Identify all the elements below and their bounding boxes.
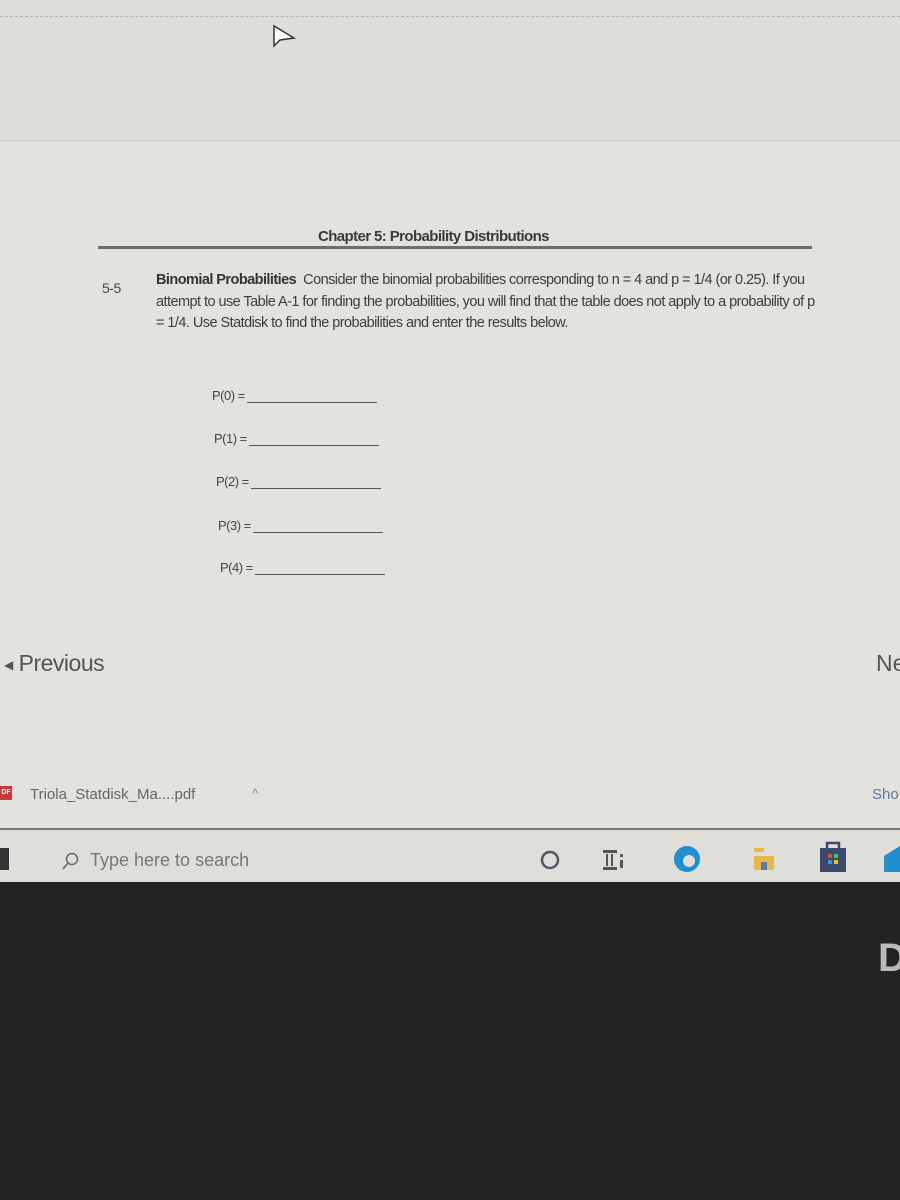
answer-label: P(4) =: [220, 560, 253, 575]
answer-field[interactable]: [252, 520, 383, 533]
exercise-title: Binomial Probabilities: [156, 272, 297, 288]
previous-label: Previous: [18, 650, 105, 676]
show-all-button[interactable]: Sho: [872, 786, 899, 803]
answer-label: P(3) =: [218, 518, 251, 533]
answer-field[interactable]: [248, 433, 379, 446]
search-placeholder: Type here to search: [90, 850, 250, 870]
task-view-icon[interactable]: [600, 846, 626, 874]
exercise-number: 5-5: [102, 280, 121, 296]
answer-field[interactable]: [246, 390, 377, 403]
taskbar-search[interactable]: Type here to search: [60, 850, 249, 871]
exercise-text: Binomial Probabilities Consider the bino…: [156, 270, 816, 335]
answer-label: P(1) =: [214, 431, 247, 446]
window-top-area: [0, 0, 900, 141]
file-explorer-icon[interactable]: [752, 846, 776, 872]
answer-field[interactable]: [250, 476, 381, 489]
answer-p0[interactable]: P(0) =: [212, 388, 377, 403]
search-icon: [62, 852, 79, 869]
chapter-title: Chapter 5: Probability Distributions: [318, 228, 550, 245]
chapter-divider: [98, 246, 812, 249]
microsoft-store-icon[interactable]: [818, 840, 848, 874]
answer-p1[interactable]: P(1) =: [214, 431, 379, 446]
windows-start-icon[interactable]: [0, 848, 9, 870]
previous-button[interactable]: ◀ Previous: [4, 650, 105, 677]
answer-p3[interactable]: P(3) =: [218, 518, 383, 533]
mouse-cursor-icon: [273, 24, 297, 48]
page-border: [0, 16, 900, 17]
answer-label: P(0) =: [212, 388, 245, 403]
answer-p2[interactable]: P(2) =: [216, 474, 381, 489]
chevron-left-icon: ◀: [4, 657, 13, 672]
chevron-up-icon[interactable]: ^: [252, 786, 258, 801]
cortana-icon[interactable]: [538, 848, 562, 872]
download-file-name[interactable]: Triola_Statdisk_Ma....pdf: [30, 786, 195, 803]
answer-p4[interactable]: P(4) =: [220, 560, 385, 575]
monitor-bezel: [0, 882, 900, 1200]
answer-label: P(2) =: [216, 474, 249, 489]
mail-icon[interactable]: [884, 842, 900, 872]
edge-icon[interactable]: [672, 844, 702, 874]
next-button[interactable]: Ne: [876, 650, 900, 677]
pdf-file-icon: DF: [0, 786, 12, 800]
answer-field[interactable]: [254, 562, 385, 575]
monitor-logo: D: [878, 936, 900, 980]
